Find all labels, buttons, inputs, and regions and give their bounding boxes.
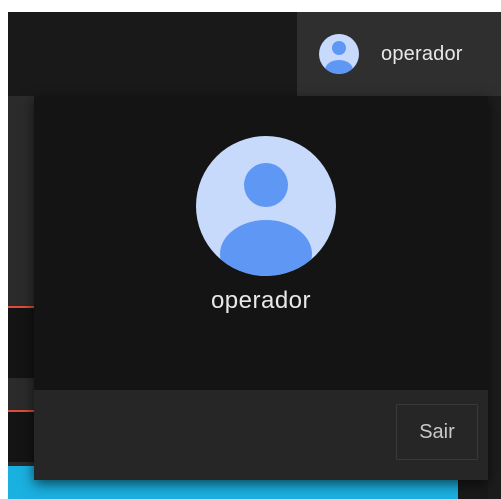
user-menu-button[interactable]: operador (297, 12, 501, 96)
background-row (8, 306, 34, 378)
user-avatar-icon (319, 34, 359, 74)
accent-divider (8, 410, 34, 412)
background-row (8, 380, 34, 410)
account-popup: operador Sair (34, 96, 488, 480)
background-sidebar (8, 96, 34, 476)
background-row (8, 96, 34, 304)
user-menu-username: operador (381, 43, 463, 65)
background-edge (488, 96, 501, 499)
signout-button[interactable]: Sair (396, 404, 478, 460)
user-avatar-icon (196, 136, 336, 276)
accent-divider (8, 306, 34, 308)
account-popup-footer: Sair (34, 390, 488, 480)
app-screen: operador operador Sair (0, 0, 501, 499)
account-username: operador (210, 287, 312, 314)
background-row (8, 412, 34, 462)
